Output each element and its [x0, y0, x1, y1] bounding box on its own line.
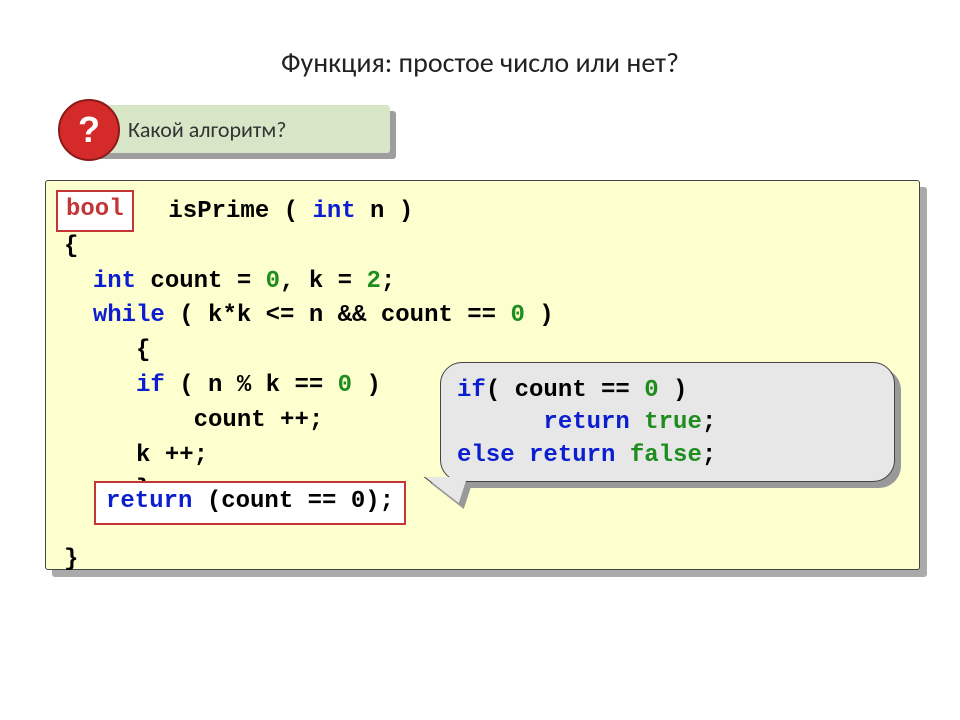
return-box: return (count == 0);	[94, 481, 406, 525]
question-text: Какой алгоритм?	[128, 116, 286, 143]
callout-line-1: if( count == 0 )	[457, 375, 878, 407]
callout-line-2: return true;	[457, 407, 878, 439]
callout: if( count == 0 ) return true; else retur…	[440, 362, 895, 482]
bool-label-box: bool	[56, 190, 134, 232]
question-bar: ? Какой алгоритм?	[70, 105, 390, 153]
callout-body: if( count == 0 ) return true; else retur…	[440, 362, 895, 482]
code-line-4: while ( k*k <= n && count == 0 )	[64, 299, 901, 334]
slide-title: Функция: простое число или нет?	[0, 45, 960, 80]
callout-tail	[417, 477, 467, 503]
code-line-10: }	[64, 543, 901, 578]
callout-line-3: else return false;	[457, 440, 878, 472]
question-banner: ? Какой алгоритм?	[70, 105, 390, 153]
code-line-1: isPrime ( int n )	[64, 195, 901, 230]
code-line-2: {	[64, 230, 901, 265]
question-mark-icon: ?	[58, 99, 120, 161]
slide: Функция: простое число или нет? ? Какой …	[0, 0, 960, 720]
code-line-3: int count = 0, k = 2;	[64, 265, 901, 300]
